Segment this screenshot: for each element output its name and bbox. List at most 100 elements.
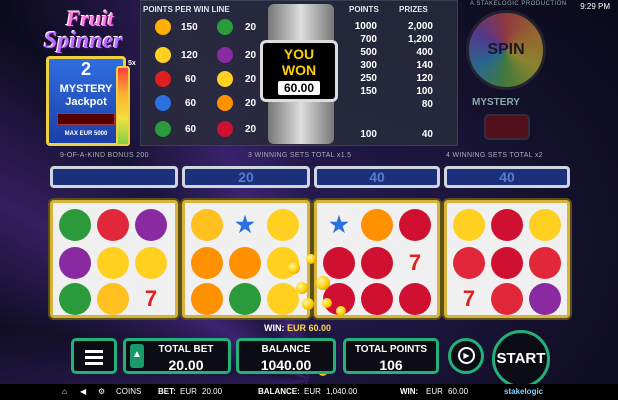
- menu-icon: [85, 362, 103, 365]
- brand-logo: stakelogic: [504, 387, 544, 396]
- lemon-icon: [267, 283, 299, 315]
- settings-icon[interactable]: ⚙: [98, 387, 105, 396]
- seven-icon: [155, 71, 171, 87]
- orange-icon: [191, 283, 223, 315]
- mystery-label: MYSTERY: [472, 97, 520, 108]
- points-value: 300: [360, 60, 377, 71]
- bell-icon: [97, 283, 129, 315]
- prize-value: 140: [416, 60, 433, 71]
- balance-label: BALANCE: [261, 344, 311, 355]
- bonus-label-2: 3 WINNING SETS TOTAL x1.5: [248, 152, 352, 159]
- points-value: 700: [360, 34, 377, 45]
- mystery-button[interactable]: [484, 114, 530, 140]
- coins-toggle[interactable]: COINS: [116, 387, 141, 396]
- plum-icon: [59, 247, 91, 279]
- points-value: 100: [360, 129, 377, 140]
- reel-set-3: ★ 7: [314, 200, 440, 318]
- footer-balance-label-text: BALANCE:: [258, 387, 300, 396]
- orange-icon: [229, 247, 261, 279]
- watermelon-icon: [59, 283, 91, 315]
- plum-icon: [529, 283, 561, 315]
- reel-set-score-3: 40: [314, 166, 440, 188]
- menu-button[interactable]: [71, 338, 117, 374]
- paytable-header-prizes: PRIZES: [399, 5, 428, 14]
- total-bet-panel[interactable]: ▲ TOTAL BET 20.00: [123, 338, 231, 374]
- reel-set-score-4: 40: [444, 166, 570, 188]
- prize-value: 400: [416, 47, 433, 58]
- prize-value: 120: [416, 73, 433, 84]
- star-icon: ★: [235, 212, 255, 237]
- plum-icon: [135, 209, 167, 241]
- total-points-value: 106: [379, 357, 403, 373]
- total-points-label: TOTAL POINTS: [354, 344, 428, 355]
- coin-icon: [302, 298, 314, 310]
- mystery-jackpot-panel: 2 MYSTERY Jackpot MAX EUR 5000: [46, 56, 126, 146]
- menu-icon: [85, 356, 103, 359]
- cherry-icon: [217, 121, 233, 137]
- spin-label: SPIN: [487, 41, 525, 58]
- sound-icon[interactable]: ◀: [80, 387, 86, 396]
- coin-icon: [316, 276, 330, 290]
- spin-wheel-button[interactable]: SPIN: [466, 10, 546, 90]
- producer-text: A STAKELOGIC PRODUCTION: [470, 1, 567, 7]
- you-won-line-1: YOU: [283, 46, 315, 62]
- cherry-icon: [491, 247, 523, 279]
- win-label: WIN:: [264, 323, 285, 333]
- points-value: 500: [360, 47, 377, 58]
- jackpot-meter: [116, 66, 130, 146]
- paytable-mid-value: 20: [245, 124, 257, 135]
- reel-set-1: 7: [50, 200, 178, 318]
- cherry-icon: [323, 247, 355, 279]
- reel-set-score-2: 20: [182, 166, 310, 188]
- win-line: WIN: EUR 60.00: [264, 323, 331, 333]
- footer-win-value: 60.00: [448, 387, 469, 396]
- total-bet-label: TOTAL BET: [158, 344, 214, 355]
- bell-icon: [191, 209, 223, 241]
- points-value: 250: [360, 73, 377, 84]
- watermelon-icon: [229, 283, 261, 315]
- paytable-left-value: 120: [181, 50, 198, 61]
- orange-icon: [361, 209, 393, 241]
- total-points-panel: TOTAL POINTS 106: [343, 338, 439, 374]
- footer-win-label: WIN:: [400, 387, 418, 396]
- jackpot-multiplier: 5x: [128, 60, 136, 67]
- coin-icon: [288, 262, 300, 274]
- bonus-label-3: 4 WINNING SETS TOTAL x2: [446, 152, 543, 159]
- balance-panel: BALANCE 1040.00: [236, 338, 336, 374]
- jackpot-label-1: MYSTERY: [59, 83, 113, 95]
- paytable-mid-value: 20: [245, 50, 257, 61]
- home-icon[interactable]: ⌂: [62, 387, 67, 396]
- coin-icon: [336, 306, 346, 316]
- prize-value: 2,000: [407, 21, 433, 32]
- prize-value: 40: [421, 129, 433, 140]
- cherry-icon: [491, 209, 523, 241]
- cherry-icon: [361, 283, 393, 315]
- lemon-icon: [217, 71, 233, 87]
- footer-bet-label-text: BET:: [158, 387, 176, 396]
- win-amount: EUR 60.00: [287, 323, 332, 333]
- strawberry-icon: [97, 209, 129, 241]
- paytable-header-points: POINTS PER WIN LINE: [143, 5, 230, 14]
- start-label: START: [496, 350, 546, 367]
- jackpot-amount: [57, 113, 115, 125]
- star-icon: [155, 95, 171, 111]
- footer-bet-label: BET:: [158, 387, 176, 396]
- seven-icon: 7: [144, 286, 158, 311]
- prize-value: 1,200: [407, 34, 433, 45]
- paytable-left-value: 60: [185, 124, 197, 135]
- points-value: 1000: [354, 21, 377, 32]
- cherry-icon: [361, 247, 393, 279]
- autoplay-button[interactable]: ▶: [448, 338, 484, 374]
- total-bet-value: 20.00: [168, 357, 204, 373]
- bet-up-icon[interactable]: ▲: [130, 344, 144, 368]
- start-button[interactable]: START: [492, 330, 550, 388]
- you-won-amount: 60.00: [277, 81, 321, 95]
- strawberry-icon: [529, 247, 561, 279]
- prize-value: 80: [421, 99, 433, 110]
- paytable-left-value: 60: [185, 74, 197, 85]
- seven-bell-icon: [155, 19, 171, 35]
- paytable-mid-value: 20: [245, 74, 257, 85]
- paytable-mid-value: 20: [245, 22, 257, 33]
- strawberry-icon: [453, 247, 485, 279]
- reel-set-score-1: [50, 166, 178, 188]
